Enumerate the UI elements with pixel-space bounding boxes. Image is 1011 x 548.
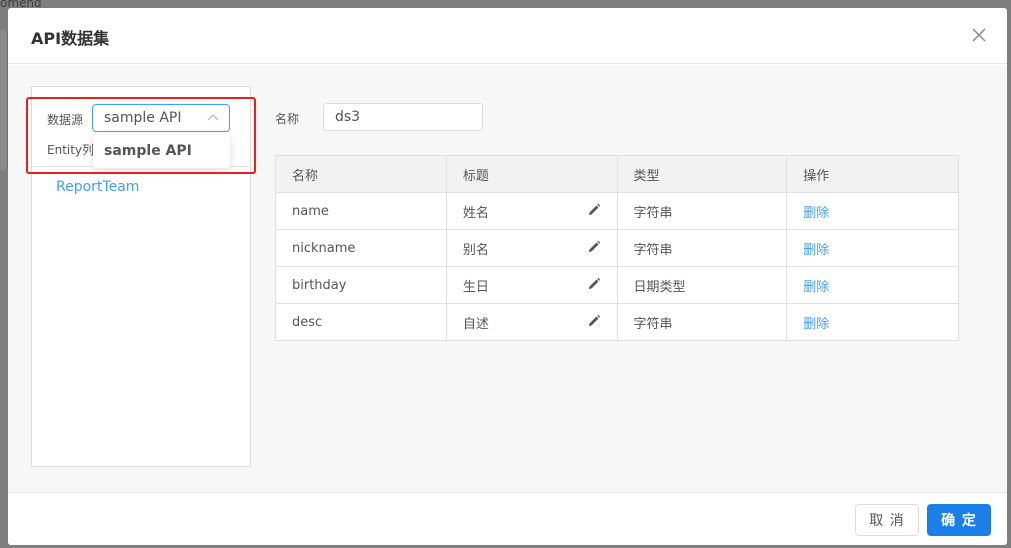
delete-link[interactable]: 删除: [803, 243, 829, 258]
field-title-cell: 自述: [445, 303, 618, 341]
pencil-icon[interactable]: [587, 314, 601, 328]
table-row: birthday 生日 日期类型 删除: [275, 266, 959, 304]
api-dataset-dialog: API数据集 数据源 sample API Entity列 sample API: [8, 8, 1007, 545]
dialog-title: API数据集: [31, 29, 110, 48]
pencil-icon[interactable]: [587, 277, 601, 291]
field-title: 生日: [462, 279, 489, 295]
delete-link[interactable]: 删除: [803, 317, 829, 332]
field-name: birthday: [275, 266, 447, 304]
name-input[interactable]: [323, 103, 483, 131]
table-row: name 姓名 字符串 删除: [275, 192, 959, 230]
table-row: nickname 别名 字符串 删除: [275, 229, 959, 267]
field-title-cell: 别名: [445, 229, 618, 267]
field-action-cell: 删除: [786, 266, 959, 304]
cancel-button[interactable]: 取 消: [855, 504, 919, 536]
field-title-cell: 生日: [445, 266, 618, 304]
name-label: 名称: [275, 112, 300, 126]
close-button[interactable]: [969, 25, 989, 45]
datasource-section: 数据源 sample API Entity列 sample API: [32, 87, 250, 168]
dropdown-option[interactable]: sample API: [104, 143, 192, 159]
datasource-panel: 数据源 sample API Entity列 sample API Report…: [31, 86, 251, 467]
delete-link[interactable]: 删除: [803, 280, 829, 295]
field-type: 字符串: [616, 303, 788, 341]
column-header-type: 类型: [616, 155, 788, 193]
datasource-select[interactable]: sample API: [92, 104, 230, 132]
datasource-select-value: sample API: [104, 110, 182, 126]
field-title: 姓名: [462, 205, 489, 221]
column-header-title: 标题: [445, 155, 618, 193]
fields-table: 名称 标题 类型 操作 name 姓名 字符串 删除 nickname 别名 字…: [275, 155, 959, 341]
field-name: nickname: [275, 229, 447, 267]
table-header-row: 名称 标题 类型 操作: [275, 155, 959, 193]
delete-link[interactable]: 删除: [803, 206, 829, 221]
datasource-dropdown: sample API: [93, 135, 230, 168]
dialog-header: API数据集: [8, 8, 1007, 64]
confirm-button[interactable]: 确 定: [927, 504, 991, 536]
field-action-cell: 删除: [786, 303, 959, 341]
table-row: desc 自述 字符串 删除: [275, 303, 959, 341]
entity-item[interactable]: ReportTeam: [56, 179, 139, 195]
column-header-action: 操作: [786, 155, 959, 193]
field-action-cell: 删除: [786, 192, 959, 230]
pencil-icon[interactable]: [587, 240, 601, 254]
field-action-cell: 删除: [786, 229, 959, 267]
pencil-icon[interactable]: [587, 203, 601, 217]
field-type: 字符串: [616, 192, 788, 230]
datasource-label: 数据源: [47, 113, 84, 127]
entity-list-label: Entity列: [47, 143, 95, 157]
background-strip: [0, 30, 8, 170]
field-name: name: [275, 192, 447, 230]
column-header-name: 名称: [275, 155, 447, 193]
field-title-cell: 姓名: [445, 192, 618, 230]
field-name: desc: [275, 303, 447, 341]
chevron-up-icon: [207, 114, 219, 121]
field-type: 字符串: [616, 229, 788, 267]
field-title: 别名: [462, 242, 489, 258]
dialog-footer: 取 消 确 定: [8, 492, 1007, 545]
field-type: 日期类型: [616, 266, 788, 304]
dialog-body: 数据源 sample API Entity列 sample API Report…: [8, 65, 1007, 492]
close-icon: [972, 28, 986, 42]
field-title: 自述: [462, 316, 489, 332]
